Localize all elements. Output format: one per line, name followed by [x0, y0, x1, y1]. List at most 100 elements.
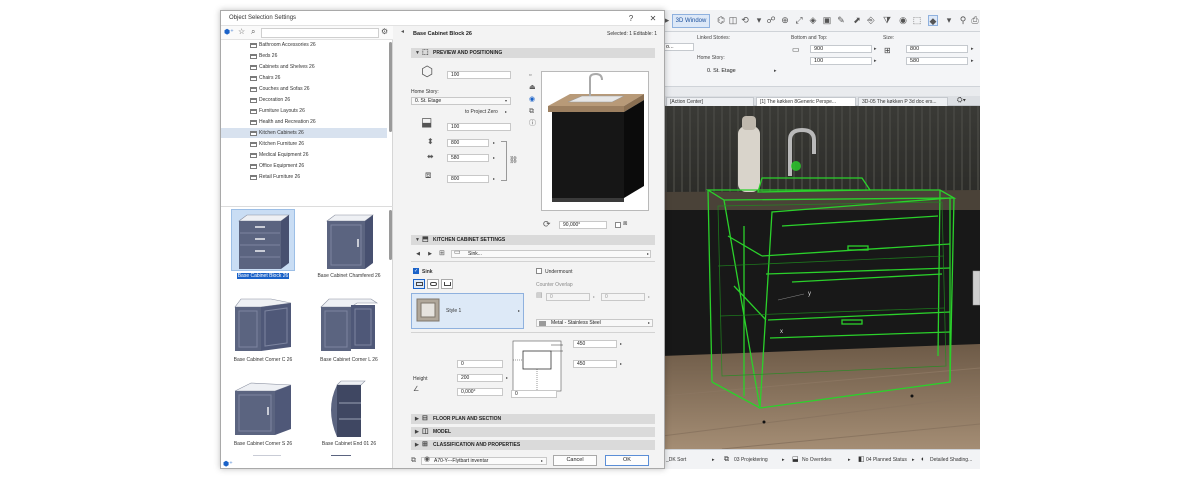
projektering-status[interactable]: 03 Projektering [734, 456, 768, 464]
overrides-status[interactable]: No Overrides [802, 456, 831, 464]
section-classification[interactable]: ▶ ⊞ CLASSIFICATION AND PROPERTIES [411, 440, 655, 450]
sink-checkbox[interactable]: ✓ [413, 268, 419, 274]
section-floor-plan[interactable]: ▶ ⊟ FLOOR PLAN AND SECTION [411, 414, 655, 424]
chevron-right-icon[interactable]: ▸ [539, 457, 545, 465]
library-item[interactable]: Base Cabinet End 01 26 [309, 377, 389, 456]
chevron-right-icon[interactable]: ▸ [782, 456, 785, 464]
tab-3d-doc[interactable]: 3D-05 The køkken P 3d doc ers... [858, 97, 948, 106]
rotation-field[interactable]: 90,000° [559, 221, 607, 229]
library-loaded-icon[interactable]: ⬢⁺ [223, 460, 233, 468]
navigate-icon[interactable]: ⎆ [866, 15, 876, 26]
tab-action-center[interactable]: [Action Center] [666, 97, 754, 106]
chevron-right-icon[interactable]: ▸ [591, 293, 597, 301]
bottom-field[interactable]: 900 [810, 45, 872, 53]
sort-status[interactable]: _DK Sort [666, 456, 686, 464]
cutaway-icon[interactable]: ◆ [928, 15, 938, 26]
chevron-right-icon[interactable]: ▸ [774, 68, 777, 74]
home-story-select[interactable]: 0. St. Etage [411, 97, 511, 105]
library-item[interactable]: Base Cabinet Corner C 26 [223, 293, 303, 375]
elevation-field[interactable]: 100 [447, 71, 511, 79]
search-icon[interactable]: ⌕ [251, 27, 255, 37]
undermount-checkbox[interactable] [536, 268, 542, 274]
walk-icon[interactable]: ☍ [766, 15, 776, 26]
tab-perspective[interactable]: [1] The køkken 8Generic Perspe... [756, 97, 856, 106]
section-model[interactable]: ▶ ◫ MODEL [411, 427, 655, 437]
page-select[interactable]: Sink... [451, 250, 651, 258]
overlap-b-field[interactable]: 0 [601, 293, 645, 301]
ok-button[interactable]: OK [605, 455, 649, 466]
marquee-icon[interactable]: ⬚ [912, 15, 922, 26]
cube-icon[interactable]: ◫ [728, 15, 738, 26]
chevron-down-icon[interactable]: ▾ [944, 15, 954, 26]
next-page-button[interactable]: ▶ [427, 250, 433, 258]
sink-offset-x-field[interactable]: 0 [457, 360, 503, 368]
folder-item[interactable]: Furniture Layouts 26 [221, 106, 387, 116]
folder-item[interactable]: Couches and Sofas 26 [221, 84, 387, 94]
mirror-checkbox[interactable] [615, 222, 621, 228]
chevron-down-icon[interactable]: ▾ [503, 97, 509, 105]
3d-window-button[interactable]: 3D Window [672, 14, 710, 28]
zoom-icon[interactable]: ⊕ [780, 15, 790, 26]
page-tree-icon[interactable]: ⊞ [439, 249, 445, 259]
view-options-icon[interactable]: ⛭▾ [954, 97, 978, 106]
layers-icon[interactable]: ⌬ [716, 15, 726, 26]
folder-item[interactable]: Medical Equipment 26 [221, 150, 387, 160]
layer-select[interactable]: A70-Y---Flytbart inventar [421, 457, 547, 465]
chevron-right-icon[interactable]: ▸ [645, 250, 651, 258]
chevron-right-icon[interactable]: ▸ [491, 139, 497, 147]
top-field[interactable]: 100 [810, 57, 872, 65]
library-search-input[interactable] [261, 28, 379, 38]
chevron-right-icon[interactable]: ▸ [491, 154, 497, 162]
info-icon[interactable]: ⓘ [529, 119, 536, 129]
view-settings-icon[interactable]: ◈ [808, 15, 818, 26]
to-project-zero-select[interactable]: to Project Zero [465, 109, 498, 115]
library-item[interactable]: Base Cabinet Corner S 26 [223, 377, 303, 456]
chevron-right-icon[interactable]: ▸ [971, 46, 974, 52]
preview-2d-icon[interactable]: ▫ [529, 71, 531, 81]
sink-offset-y-field[interactable]: 0 [511, 390, 557, 398]
chevron-right-icon[interactable]: ▸ [618, 360, 624, 368]
dim-c-field[interactable]: 800 [447, 175, 489, 183]
section-mark-icon[interactable]: ⚲ [958, 15, 968, 26]
folder-item-selected[interactable]: Kitchen Cabinets 26 [221, 128, 387, 138]
preview-3d-icon[interactable]: ◉ [529, 95, 535, 105]
chevron-right-icon[interactable]: ▸ [618, 340, 624, 348]
orbit-icon[interactable]: ⟲ [740, 15, 750, 26]
chevron-right-icon[interactable]: ▸ [504, 374, 510, 382]
folder-item[interactable]: Decoration 26 [221, 95, 387, 105]
chevron-right-icon[interactable]: ▸ [874, 58, 877, 64]
preview-section-icon[interactable]: ⏏ [529, 83, 536, 93]
section-preview-positioning[interactable]: ▼ ⬚ PREVIEW AND POSITIONING [411, 48, 655, 58]
camera-icon[interactable]: ▣ [822, 15, 832, 26]
settings-gear-icon[interactable]: ⚙ [381, 27, 388, 36]
library-manager-icon[interactable]: ⬢⁺ [224, 28, 234, 36]
cancel-button[interactable]: Cancel [553, 455, 597, 466]
folder-scrollbar[interactable] [389, 42, 392, 132]
chevron-right-icon[interactable]: ▸ [874, 46, 877, 52]
chevron-down-icon[interactable]: ▾ [754, 15, 764, 26]
chevron-right-icon[interactable]: ▸ [912, 456, 915, 464]
folder-item[interactable]: Chairs 26 [221, 73, 387, 83]
planned-status[interactable]: 04 Planned Status [866, 456, 907, 464]
section-icon[interactable]: ◉ [898, 15, 908, 26]
section-kitchen-cabinet[interactable]: ▼ ⬒ KITCHEN CABINET SETTINGS [411, 235, 655, 245]
fit-icon[interactable]: ⤢ [794, 15, 804, 26]
chevron-right-icon[interactable]: ▸ [971, 58, 974, 64]
folder-item[interactable]: Bathroom Accessories 26 [221, 40, 387, 50]
material-select[interactable]: Metal - Stainless Steel [536, 319, 653, 327]
library-item-selected[interactable]: Base Cabinet Block 26 [223, 209, 303, 291]
shading-status[interactable]: Detailed Shading... [930, 456, 972, 464]
sink-style-picker[interactable]: Style 1 ▸ [411, 293, 524, 329]
attach-icon[interactable]: ⎙ [970, 15, 980, 26]
sink-angle-field[interactable]: 0,000° [457, 388, 503, 396]
size-a-field[interactable]: 800 [906, 45, 968, 53]
folder-item[interactable]: Retail Furniture 26 [221, 172, 387, 182]
size-b-field[interactable]: 580 [906, 57, 968, 65]
folder-item[interactable]: Health and Recreation 26 [221, 117, 387, 127]
paint-icon[interactable]: ✎ [836, 15, 846, 26]
folder-item[interactable]: Beds 26 [221, 51, 387, 61]
library-item[interactable]: Base Cabinet Chamfered 26 [309, 209, 389, 291]
chevron-right-icon[interactable]: ▸ [491, 175, 497, 183]
chevron-right-icon[interactable]: ▸ [503, 108, 509, 116]
library-item[interactable]: Base Cabinet Corner L 26 [309, 293, 389, 375]
